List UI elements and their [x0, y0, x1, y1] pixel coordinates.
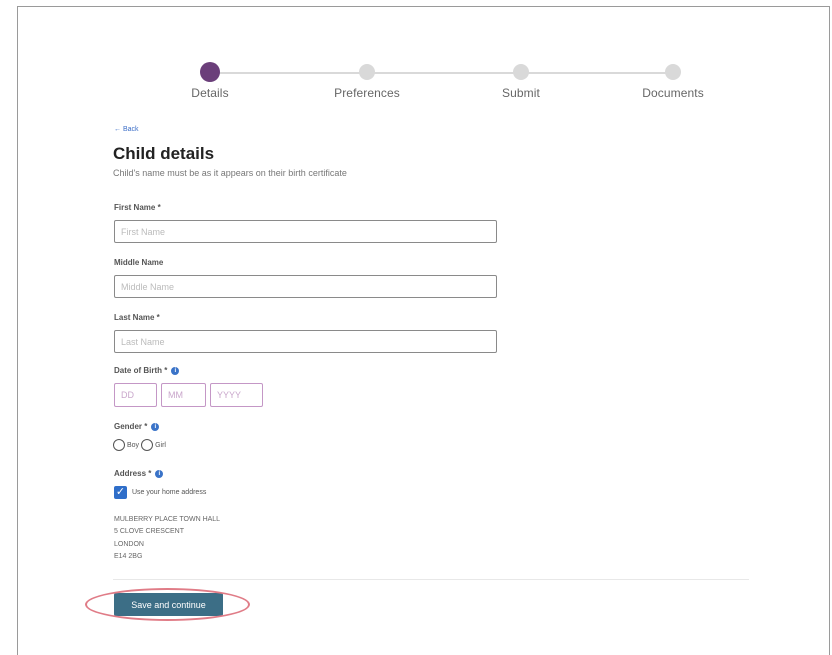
last-name-label: Last Name * — [114, 313, 160, 322]
page-title: Child details — [113, 144, 215, 163]
step-label: Preferences — [334, 86, 400, 100]
middle-name-input[interactable] — [114, 275, 497, 298]
step-dot — [513, 64, 529, 80]
first-name-label: First Name * — [114, 203, 161, 212]
dob-label: Date of Birth * i — [114, 366, 180, 375]
address-block: MULBERRY PLACE TOWN HALL 5 CLOVE CRESCEN… — [114, 514, 220, 563]
address-label: Address * i — [114, 469, 164, 478]
use-home-address-row: ✓ Use your home address — [114, 486, 206, 499]
dob-day-input[interactable] — [114, 383, 157, 407]
address-line: MULBERRY PLACE TOWN HALL — [114, 516, 221, 523]
address-line: 5 CLOVE CRESCENT — [114, 528, 185, 536]
gender-radio-girl[interactable] — [141, 439, 154, 451]
info-icon[interactable]: i — [171, 366, 180, 375]
save-and-continue-button[interactable]: Save and continue — [114, 593, 223, 616]
use-home-address-label: Use your home address — [132, 489, 207, 496]
address-line: LONDON — [114, 540, 144, 548]
last-name-input[interactable] — [114, 330, 497, 353]
check-icon: ✓ — [115, 486, 126, 498]
step-dot — [200, 62, 220, 82]
gender-radio-boy[interactable] — [113, 439, 125, 451]
dob-month-input[interactable] — [161, 383, 206, 407]
gender-label-text: Gender * — [114, 422, 148, 431]
step-dot — [665, 64, 681, 80]
back-link[interactable]: ← Back — [114, 126, 139, 133]
form-divider — [113, 579, 749, 580]
step-documents[interactable]: Documents — [613, 62, 733, 100]
step-details[interactable]: Details — [150, 62, 270, 100]
info-icon[interactable]: i — [155, 469, 164, 478]
first-name-input[interactable] — [114, 220, 497, 243]
gender-radio-group: Boy Girl — [113, 439, 168, 451]
gender-label: Gender * i — [114, 422, 160, 431]
address-line: E14 2BG — [114, 552, 143, 560]
step-label: Submit — [502, 86, 540, 100]
use-home-address-checkbox[interactable]: ✓ — [114, 486, 127, 499]
dob-label-text: Date of Birth * — [114, 366, 168, 375]
gender-option-label: Girl — [155, 441, 166, 449]
step-label: Documents — [642, 86, 704, 100]
stepper-track — [210, 72, 676, 74]
step-dot — [359, 64, 375, 80]
page-subtitle: Child's name must be as it appears on th… — [113, 168, 347, 178]
step-preferences[interactable]: Preferences — [307, 62, 427, 100]
progress-stepper: Details Preferences Submit Documents — [180, 62, 720, 102]
address-label-text: Address * — [114, 469, 152, 478]
step-label: Details — [191, 86, 229, 100]
step-submit[interactable]: Submit — [461, 62, 581, 100]
middle-name-label: Middle Name — [114, 258, 164, 267]
dob-year-input[interactable] — [210, 383, 263, 407]
info-icon[interactable]: i — [151, 422, 160, 431]
gender-option-label: Boy — [127, 441, 140, 449]
